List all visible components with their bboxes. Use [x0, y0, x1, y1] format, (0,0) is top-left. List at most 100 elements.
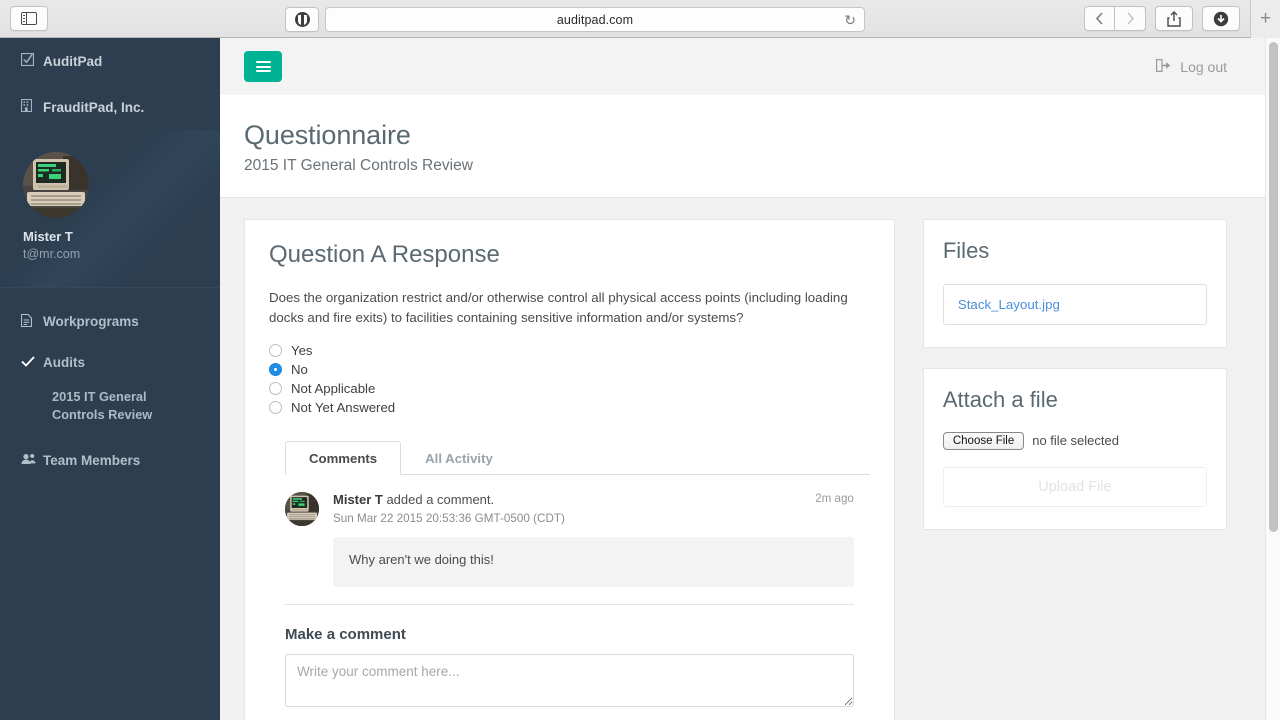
downloads-glyph — [1213, 11, 1229, 26]
sidebar-panel-icon[interactable] — [10, 6, 48, 31]
check-glyph — [21, 356, 35, 368]
activity-tabs: Comments All Activity — [285, 441, 870, 475]
left-sidebar: AuditPad FrauditPad, Inc. Mister T t@mr.… — [0, 38, 220, 720]
files-panel: Files Stack_Layout.jpg — [922, 219, 1227, 348]
radio-option-no[interactable]: No — [269, 362, 870, 377]
url-text: auditpad.com — [556, 12, 634, 27]
avatar — [23, 152, 89, 218]
sidebar-item-workprograms[interactable]: Workprograms — [0, 302, 220, 343]
sidebar-profile: Mister T t@mr.com — [0, 130, 220, 288]
radio-label: Not Applicable — [291, 381, 376, 396]
chevron-left-icon[interactable] — [1084, 6, 1115, 31]
page-header: Questionnaire 2015 IT General Controls R… — [220, 95, 1265, 199]
file-icon — [20, 313, 43, 331]
sidebar-brand[interactable]: AuditPad — [0, 38, 220, 84]
logout-label: Log out — [1180, 58, 1227, 75]
sidebar-panel-glyph — [21, 12, 37, 25]
right-panel-column: Files Stack_Layout.jpg Attach a file Cho… — [922, 219, 1227, 549]
top-bar: Log out — [220, 38, 1265, 95]
attach-file-panel: Attach a file Choose File no file select… — [922, 367, 1227, 530]
sidebar-item-label: Team Members — [43, 452, 141, 468]
sidebar-brand-label: AuditPad — [43, 53, 103, 69]
tab-comments[interactable]: Comments — [285, 441, 402, 475]
radio-label: No — [291, 362, 308, 377]
downloads-icon[interactable] — [1202, 6, 1240, 31]
check-icon — [21, 355, 43, 371]
radio-option-not-yet-answered[interactable]: Not Yet Answered — [269, 400, 870, 415]
sidebar-org[interactable]: FrauditPad, Inc. — [0, 84, 220, 130]
vintage-computer-avatar-glyph — [23, 152, 89, 218]
comment-body: Mister T added a comment. 2m ago Sun Mar… — [333, 492, 854, 587]
sidebar-item-audits[interactable]: Audits — [0, 343, 220, 383]
tab-all-activity[interactable]: All Activity — [401, 441, 517, 475]
radio-label: Yes — [291, 343, 313, 358]
main-column: Log out Questionnaire 2015 IT General Co… — [220, 38, 1265, 720]
comment-author: Mister T — [333, 492, 383, 507]
radio-dot — [269, 382, 282, 395]
comment-input[interactable] — [285, 653, 854, 707]
file-glyph — [20, 313, 33, 328]
new-tab-button[interactable]: + — [1250, 0, 1280, 38]
sign-out-icon — [1156, 58, 1171, 75]
page-subtitle: 2015 IT General Controls Review — [244, 157, 473, 175]
hamburger-icon[interactable] — [244, 51, 282, 82]
users-icon — [21, 453, 43, 469]
address-bar[interactable]: auditpad.com ↻ — [325, 7, 865, 32]
forward-glyph — [1126, 12, 1134, 25]
sidebar-item-team-members[interactable]: Team Members — [0, 435, 220, 481]
question-text: Does the organization restrict and/or ot… — [269, 289, 848, 326]
file-chooser-row: Choose File no file selected — [942, 431, 1207, 450]
radio-dot — [269, 344, 282, 357]
comment-text: Why aren't we doing this! — [333, 536, 854, 587]
question-card: Question A Response Does the organizatio… — [244, 219, 895, 720]
radio-option-not-applicable[interactable]: Not Applicable — [269, 381, 870, 396]
users-glyph — [21, 453, 36, 464]
reader-view-glyph — [294, 12, 310, 27]
main-content-column: Question A Response Does the organizatio… — [244, 219, 895, 720]
radio-option-yes[interactable]: Yes — [269, 343, 870, 358]
sidebar-item-label: Audits — [43, 355, 85, 371]
browser-chrome: auditpad.com ↻ + — [0, 0, 1280, 38]
sidebar-org-label: FrauditPad, Inc. — [43, 99, 145, 115]
radio-dot — [269, 401, 282, 414]
chevron-right-icon[interactable] — [1115, 6, 1146, 31]
file-list-item[interactable]: Stack_Layout.jpg — [942, 283, 1207, 325]
profile-email: t@mr.com — [23, 247, 81, 261]
vertical-scrollbar[interactable] — [1265, 38, 1280, 720]
check-square-icon — [21, 53, 43, 69]
scrollbar-thumb[interactable] — [1269, 42, 1278, 532]
no-file-selected-label: no file selected — [1032, 433, 1119, 449]
reader-view-icon[interactable] — [285, 7, 319, 32]
choose-file-button[interactable]: Choose File — [942, 431, 1025, 450]
sidebar-item-label: Workprograms — [43, 314, 139, 329]
hamburger-bars — [255, 59, 271, 75]
share-glyph — [1167, 10, 1181, 27]
app-viewport: AuditPad FrauditPad, Inc. Mister T t@mr.… — [0, 38, 1280, 720]
radio-label: Not Yet Answered — [291, 400, 396, 415]
comment-timestamp: Sun Mar 22 2015 20:53:36 GMT-0500 (CDT) — [333, 511, 565, 525]
share-icon[interactable] — [1155, 6, 1193, 31]
comment-relative-time: 2m ago — [815, 492, 854, 505]
logout-button[interactable]: Log out — [1156, 58, 1227, 75]
radio-dot — [269, 363, 282, 376]
sidebar-subitem-audit[interactable]: 2015 IT General Controls Review — [0, 384, 220, 435]
upload-file-button[interactable]: Upload File — [942, 466, 1207, 507]
address-bar-container: auditpad.com ↻ — [285, 7, 865, 32]
building-icon — [20, 98, 43, 115]
file-link[interactable]: Stack_Layout.jpg — [958, 297, 1060, 312]
sign-out-glyph — [1156, 58, 1171, 72]
attach-panel-title: Attach a file — [942, 386, 1058, 412]
files-panel-title: Files — [942, 238, 990, 264]
answer-options: Yes No Not Applicable Not Yet Answered — [269, 343, 870, 415]
check-square-glyph — [21, 53, 35, 67]
building-glyph — [20, 98, 33, 113]
sidebar-nav: Workprograms Audits 2015 IT General Cont… — [0, 288, 220, 481]
comment-header: Mister T added a comment. — [333, 492, 854, 509]
comment-item: Mister T added a comment. 2m ago Sun Mar… — [269, 475, 870, 587]
page-title: Questionnaire — [244, 120, 411, 150]
comment-avatar — [285, 492, 319, 526]
reload-icon[interactable]: ↻ — [844, 13, 856, 27]
make-comment-title: Make a comment — [285, 625, 406, 643]
content-row: Question A Response Does the organizatio… — [220, 198, 1265, 720]
comment-action: added a comment. — [382, 492, 495, 507]
